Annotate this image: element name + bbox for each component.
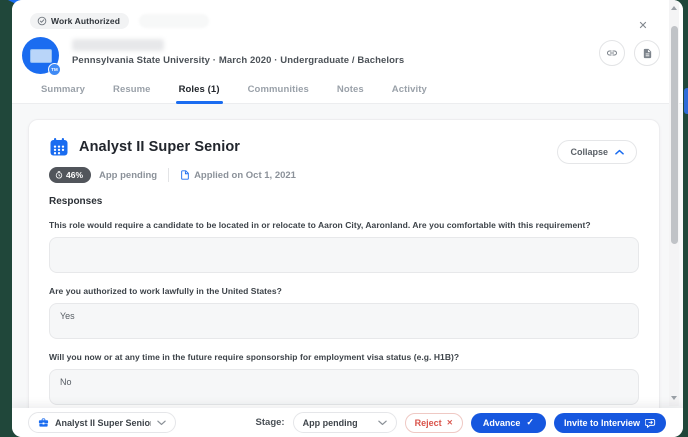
candidate-profile-modal: Work Authorized ✕ TM Pennsylvania State … — [12, 0, 683, 437]
tab-summary[interactable]: Summary — [40, 81, 86, 103]
document-icon — [643, 48, 651, 58]
link-icon — [607, 50, 617, 56]
candidate-name-redacted — [72, 39, 164, 51]
advance-button[interactable]: Advance ✓ — [470, 412, 546, 433]
stage-status-text: App pending — [99, 169, 158, 181]
tab-resume[interactable]: Resume — [112, 81, 152, 103]
invite-chat-icon — [645, 418, 656, 428]
role-card: Analyst II Super Senior Collapse 46% App… — [28, 119, 660, 437]
divider — [168, 168, 170, 182]
profile-header: Work Authorized ✕ TM Pennsylvania State … — [12, 0, 683, 104]
profile-tabs: Summary Resume Roles (1) Communities Not… — [12, 81, 683, 104]
avatar: TM — [22, 37, 61, 76]
qa-answer: No — [49, 369, 639, 405]
responses-heading: Responses — [49, 196, 103, 207]
id-card-icon — [29, 48, 52, 63]
collapse-button[interactable]: Collapse — [557, 140, 637, 164]
scroll-up-arrow-icon[interactable] — [671, 6, 677, 10]
stage-select-value: App pending — [302, 417, 358, 428]
qa-answer: Yes — [49, 303, 639, 339]
applied-document-icon — [181, 170, 189, 180]
stage-select-dropdown[interactable]: App pending — [292, 412, 397, 433]
role-title: Analyst II Super Senior — [79, 139, 241, 155]
role-select-value: Analyst II Super Senior — [55, 417, 151, 428]
chevron-down-icon — [377, 420, 387, 425]
resume-document-button[interactable] — [634, 40, 660, 66]
invite-to-interview-button[interactable]: Invite to Interview — [553, 412, 666, 433]
applied-date-text: Applied on Oct 1, 2021 — [194, 169, 296, 181]
chevron-up-icon — [615, 149, 624, 155]
role-select-dropdown[interactable]: Analyst II Super Senior — [28, 412, 176, 433]
bottom-action-bar: Analyst II Super Senior Stage: App pendi… — [12, 408, 683, 437]
role-calendar-icon — [50, 138, 68, 156]
avatar-badge: TM — [48, 63, 61, 76]
page-backdrop: Work Authorized ✕ TM Pennsylvania State … — [0, 0, 688, 437]
candidate-subtitle: Pennsylvania State University · March 20… — [72, 55, 405, 66]
chevron-down-icon — [157, 420, 166, 425]
tab-notes[interactable]: Notes — [336, 81, 365, 103]
tab-activity[interactable]: Activity — [391, 81, 428, 103]
qa-row: This role would require a candidate to b… — [49, 220, 639, 273]
clock-icon — [55, 171, 63, 179]
work-authorized-label: Work Authorized — [51, 15, 121, 26]
qa-row: Will you now or at any time in the futur… — [49, 352, 639, 405]
backdrop-blue-sliver — [684, 88, 688, 114]
match-score-badge: 46% — [49, 167, 92, 183]
redacted-badge — [139, 13, 210, 28]
tab-roles[interactable]: Roles (1) — [175, 81, 223, 104]
copy-link-button[interactable] — [599, 40, 625, 66]
qa-answer — [49, 237, 639, 273]
qa-question: Are you authorized to work lawfully in t… — [49, 286, 282, 296]
qa-row: Are you authorized to work lawfully in t… — [49, 286, 639, 339]
match-percent: 46% — [66, 170, 84, 180]
qa-question: This role would require a candidate to b… — [49, 220, 591, 230]
advance-label: Advance — [482, 417, 521, 428]
check-circle-icon — [37, 16, 47, 25]
close-icon[interactable]: ✕ — [635, 18, 651, 34]
check-icon: ✓ — [526, 417, 534, 427]
invite-label: Invite to Interview — [563, 417, 640, 428]
briefcase-icon — [38, 418, 49, 427]
reject-button[interactable]: Reject ✕ — [404, 412, 463, 433]
tab-communities[interactable]: Communities — [247, 81, 310, 103]
qa-question: Will you now or at any time in the futur… — [49, 352, 460, 362]
reject-x-icon: ✕ — [446, 418, 453, 427]
scrollbar-thumb[interactable] — [670, 26, 678, 244]
scroll-down-arrow-icon[interactable] — [671, 396, 677, 400]
stage-label: Stage: — [255, 417, 285, 428]
reject-label: Reject — [414, 417, 442, 428]
role-status-row: 46% App pending Applied on Oct 1, 2021 — [49, 167, 639, 183]
vertical-scrollbar[interactable] — [669, 0, 679, 406]
collapse-label: Collapse — [570, 147, 608, 157]
work-authorized-badge: Work Authorized — [30, 12, 130, 29]
